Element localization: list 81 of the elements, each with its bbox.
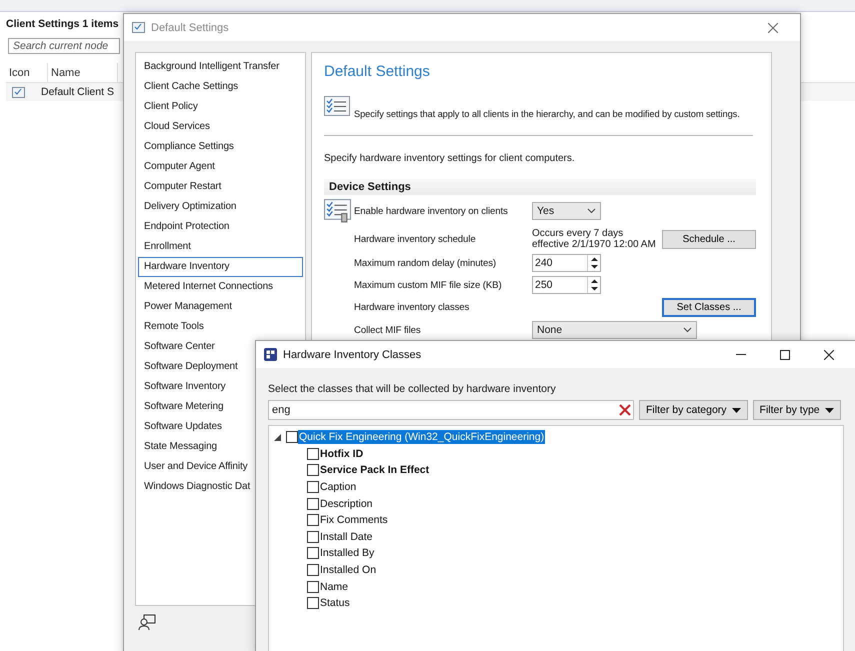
checkbox[interactable] <box>307 547 319 560</box>
schedule-text: Occurs every 7 days effective 2/1/1970 12:00 AM <box>532 228 657 250</box>
class-property[interactable]: Quick Fix Engineering (Win32_QuickFixEngineering) <box>298 430 546 444</box>
node-title: Client Settings 1 items <box>6 17 119 32</box>
checkbox[interactable] <box>307 597 319 610</box>
maximize-icon <box>780 350 790 360</box>
dropdown-caret-icon <box>683 327 692 333</box>
window-title: Hardware Inventory Classes <box>283 348 422 360</box>
settings-list-item[interactable]: Delivery Optimization <box>138 197 303 217</box>
search-field[interactable]: eng <box>268 400 634 420</box>
section-header: Device Settings <box>324 179 756 195</box>
class-property[interactable]: Service Pack In Effect <box>319 463 430 478</box>
setting-label: Collect MIF files <box>354 324 422 336</box>
settings-list-item[interactable]: Remote Tools <box>138 317 303 337</box>
settings-list-item[interactable]: Enrollment <box>138 237 303 257</box>
instruction-text: Select the classes that will be collected by hardware inventory <box>268 382 557 397</box>
checklist-icon <box>324 96 350 119</box>
settings-list-item[interactable]: Power Management <box>138 297 303 317</box>
checklist-icon <box>132 22 145 33</box>
setting-label: Maximum custom MIF file size (KB) <box>354 280 503 290</box>
dropdown[interactable]: Yes <box>532 202 601 220</box>
column-header[interactable]: Icon <box>6 63 48 82</box>
action-button[interactable]: Schedule ... <box>662 230 756 248</box>
settings-list-item[interactable]: Hardware Inventory <box>138 257 303 277</box>
filter-dropdown[interactable]: Filter by type <box>752 400 841 420</box>
dropdown-caret-icon <box>732 408 741 412</box>
settings-list-item[interactable]: Endpoint Protection <box>138 217 303 237</box>
settings-list-item[interactable]: Client Cache Settings <box>138 77 303 97</box>
settings-list-item[interactable]: Cloud Services <box>138 117 303 137</box>
setting-label: Hardware inventory classes <box>354 302 470 313</box>
close-icon <box>768 22 778 32</box>
class-property[interactable]: Hotfix ID <box>319 446 364 461</box>
dropdown-caret-icon <box>587 208 596 214</box>
spin-arrows-icon <box>590 257 598 269</box>
checkbox[interactable] <box>307 464 319 476</box>
app-icon <box>264 348 277 361</box>
class-property[interactable]: Install Date <box>319 530 374 544</box>
checkbox[interactable] <box>307 481 319 494</box>
intro-text: Specify hardware inventory settings for client computers. <box>324 153 576 164</box>
dropdown[interactable]: None <box>532 321 697 339</box>
checkbox-icon <box>12 86 25 98</box>
setting-label: Hardware inventory schedule <box>354 234 477 244</box>
setting-label: Enable hardware inventory on clients <box>354 206 509 216</box>
class-property[interactable]: Name <box>319 580 350 594</box>
expanded-triangle-icon[interactable] <box>274 434 281 441</box>
checkbox[interactable] <box>307 514 319 526</box>
spin-arrows-icon <box>590 279 598 291</box>
class-property[interactable]: Description <box>319 496 374 511</box>
dropdown-caret-icon <box>824 408 834 412</box>
number-spinner[interactable]: 250 <box>532 276 601 294</box>
class-property[interactable]: Installed By <box>319 546 376 560</box>
search-field[interactable]: Search current node <box>8 38 120 54</box>
class-property[interactable]: Installed On <box>319 563 378 578</box>
checkbox[interactable] <box>307 448 319 460</box>
clear-icon[interactable] <box>619 404 631 416</box>
settings-list-item[interactable]: Computer Agent <box>138 157 303 177</box>
checkbox[interactable] <box>307 530 319 543</box>
filter-dropdown[interactable]: Filter by category <box>639 400 748 420</box>
settings-list-item[interactable]: Metered Internet Connections <box>138 277 303 297</box>
window-title: Default Settings <box>151 22 230 34</box>
settings-list-item[interactable]: Client Policy <box>138 97 303 117</box>
action-button[interactable]: Set Classes ... <box>662 298 756 317</box>
settings-list-item[interactable]: Compliance Settings <box>138 137 303 157</box>
user-feedback-icon[interactable] <box>138 614 156 631</box>
table-cell[interactable]: Default Client S <box>25 86 114 98</box>
class-property[interactable]: Fix Comments <box>319 513 389 528</box>
checkbox[interactable] <box>307 498 319 510</box>
settings-list-item[interactable]: Computer Restart <box>138 177 303 197</box>
class-property[interactable]: Status <box>319 596 351 610</box>
checkbox[interactable] <box>286 431 298 444</box>
close-icon <box>824 350 834 360</box>
checkbox[interactable] <box>307 580 319 593</box>
minimize-icon <box>736 354 746 355</box>
class-property[interactable]: Caption <box>319 480 358 494</box>
settings-list-item[interactable]: Background Intelligent Transfer <box>138 57 303 77</box>
page-heading: Default Settings <box>324 63 431 82</box>
number-spinner[interactable]: 240 <box>532 254 601 272</box>
setting-label: Maximum random delay (minutes) <box>354 258 498 268</box>
column-header[interactable]: Name <box>48 63 118 82</box>
description-text: Specify settings that apply to all clients in the hierarchy, and can be modified by custom settings. <box>354 109 740 119</box>
checkbox[interactable] <box>307 564 319 576</box>
